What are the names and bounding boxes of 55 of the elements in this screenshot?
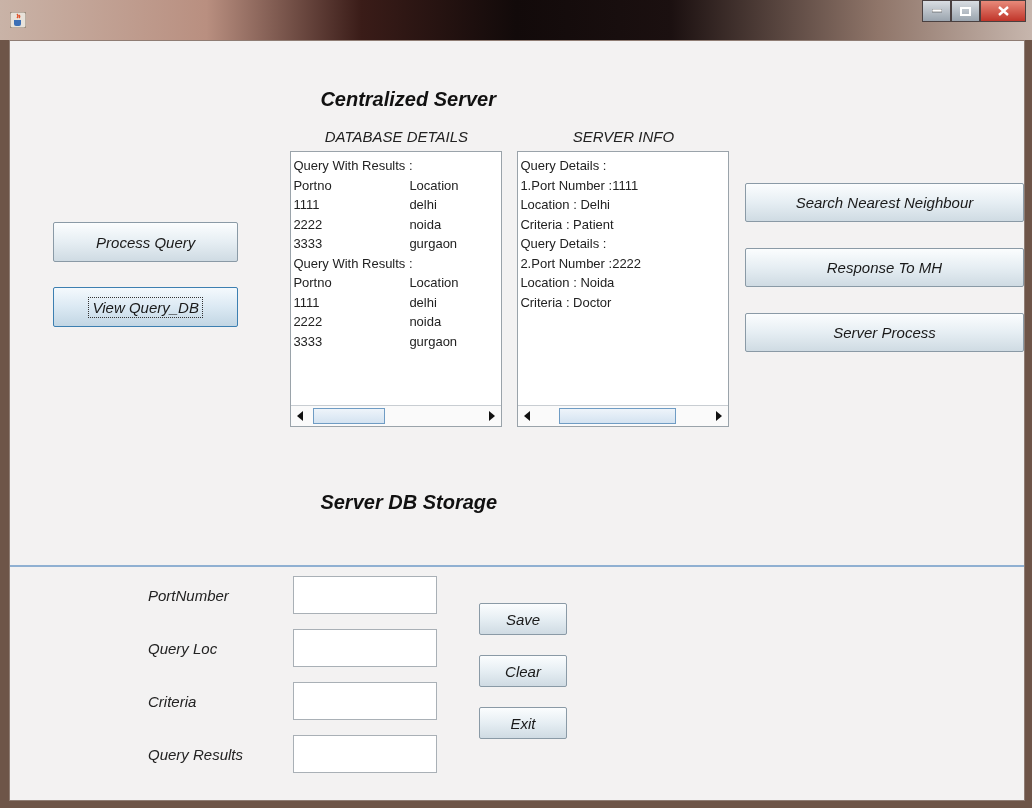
text-line: 3333 xyxy=(293,235,324,253)
heading: Centralized Server xyxy=(320,88,498,112)
minimize-icon xyxy=(931,9,942,13)
input-field[interactable] xyxy=(293,629,437,667)
scroll-thumb[interactable] xyxy=(313,408,386,424)
field-label: PortNumber xyxy=(148,586,230,604)
text-line: delhi xyxy=(409,196,437,214)
action-button[interactable]: Server Process xyxy=(744,313,1024,352)
panel-title: DATABASE DETAILS xyxy=(323,127,470,147)
form-button[interactable]: Exit xyxy=(479,707,567,739)
action-button[interactable]: View Query_DB xyxy=(53,287,239,327)
panel-title: SERVER INFO xyxy=(571,127,676,147)
text-line: Location : Noida xyxy=(520,274,615,292)
close-button[interactable] xyxy=(980,0,1026,22)
text-line: gurgaon xyxy=(409,235,458,253)
text-line: 2222 xyxy=(293,215,324,234)
text-line: Query Details : xyxy=(520,235,607,253)
text-line: Location xyxy=(409,176,459,195)
text-line: 3333 xyxy=(293,332,324,351)
input-field[interactable] xyxy=(293,682,437,720)
section-heading: Server DB Storage xyxy=(320,491,499,514)
text-line: noida xyxy=(409,215,442,234)
maximize-button[interactable] xyxy=(951,0,980,22)
text-line: Criteria : Doctor xyxy=(520,293,612,312)
text-line: Criteria : Patient xyxy=(520,215,614,234)
form-button[interactable]: Save xyxy=(479,603,567,635)
text-line: noida xyxy=(409,313,442,331)
field-label: Criteria xyxy=(148,692,198,710)
text-line: Portno xyxy=(293,176,333,195)
maximize-icon xyxy=(960,6,971,16)
text-line: 2222 xyxy=(293,313,324,331)
text-line: 1111 xyxy=(293,293,321,312)
text-line: Query With Results : xyxy=(293,157,413,175)
text-line: delhi xyxy=(409,293,437,312)
form-button[interactable]: Clear xyxy=(479,655,567,687)
input-field[interactable] xyxy=(293,576,437,614)
text-line: Location xyxy=(409,274,459,292)
field-label: Query Loc xyxy=(148,639,219,657)
text-line: Query With Results : xyxy=(293,254,413,273)
text-line: Portno xyxy=(293,274,333,292)
action-button[interactable]: Response To MH xyxy=(744,248,1024,287)
action-button[interactable]: Search Nearest Neighbour xyxy=(744,183,1024,222)
scroll-thumb[interactable] xyxy=(559,408,677,424)
text-line: gurgaon xyxy=(409,332,458,351)
text-line: 2.Port Number :2222 xyxy=(520,254,642,273)
text-line: Location : Delhi xyxy=(520,196,610,214)
field-label: Query Results xyxy=(148,745,245,763)
text-line: Query Details : xyxy=(520,157,607,175)
input-field[interactable] xyxy=(293,735,437,773)
cup-icon xyxy=(10,12,26,28)
text-line: 1111 xyxy=(293,196,321,214)
close-icon xyxy=(997,6,1009,16)
minimize-button[interactable] xyxy=(922,0,951,22)
action-button[interactable]: Process Query xyxy=(53,222,239,262)
text-line: 1.Port Number :1111 xyxy=(520,176,639,195)
